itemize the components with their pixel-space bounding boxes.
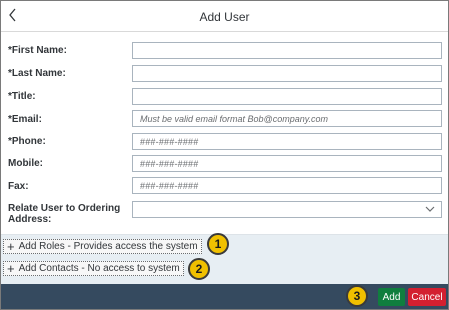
cancel-button[interactable]: Cancel	[408, 288, 446, 306]
callout-badge-3: 3	[346, 285, 368, 307]
add-contacts-button[interactable]: + Add Contacts - No access to system	[3, 261, 184, 276]
last-name-field[interactable]	[132, 65, 442, 82]
title-label: *Title:	[8, 91, 36, 102]
email-label: *Email:	[8, 114, 42, 125]
ordering-address-label-line1: Relate User to Ordering	[8, 203, 121, 214]
ordering-address-label-line2: Address:	[8, 214, 52, 225]
fax-label: Fax:	[8, 181, 29, 192]
chevron-down-icon	[425, 206, 435, 212]
first-name-label: *First Name:	[8, 45, 67, 56]
add-button[interactable]: Add	[378, 288, 405, 306]
callout-badge-2: 2	[188, 258, 210, 280]
plus-icon: +	[7, 239, 15, 254]
user-form: *First Name: *Last Name: *Title: *Email:…	[1, 32, 448, 233]
first-name-field[interactable]	[132, 42, 442, 59]
ordering-address-label: Relate User to Ordering Address:	[8, 203, 120, 225]
add-roles-button[interactable]: + Add Roles - Provides access the system	[3, 239, 202, 254]
dialog-title: Add User	[199, 10, 250, 24]
title-field[interactable]	[132, 88, 442, 105]
phone-field[interactable]	[132, 133, 442, 150]
add-user-dialog: Add User *First Name: *Last Name: *Title…	[0, 0, 449, 310]
callout-badge-1: 1	[207, 233, 229, 255]
ordering-address-select[interactable]	[132, 201, 442, 218]
dialog-footer: 3 Add Cancel	[1, 284, 448, 309]
mobile-label: Mobile:	[8, 158, 43, 169]
phone-label: *Phone:	[8, 136, 46, 147]
dialog-header: Add User	[1, 1, 448, 32]
email-field[interactable]	[132, 110, 442, 127]
plus-icon: +	[7, 261, 15, 276]
fax-field[interactable]	[132, 177, 442, 194]
mobile-field[interactable]	[132, 155, 442, 172]
actions-band: + Add Roles - Provides access the system…	[1, 233, 448, 284]
last-name-label: *Last Name:	[8, 68, 66, 79]
add-roles-label: Add Roles - Provides access the system	[18, 241, 198, 252]
add-contacts-label: Add Contacts - No access to system	[18, 263, 180, 274]
